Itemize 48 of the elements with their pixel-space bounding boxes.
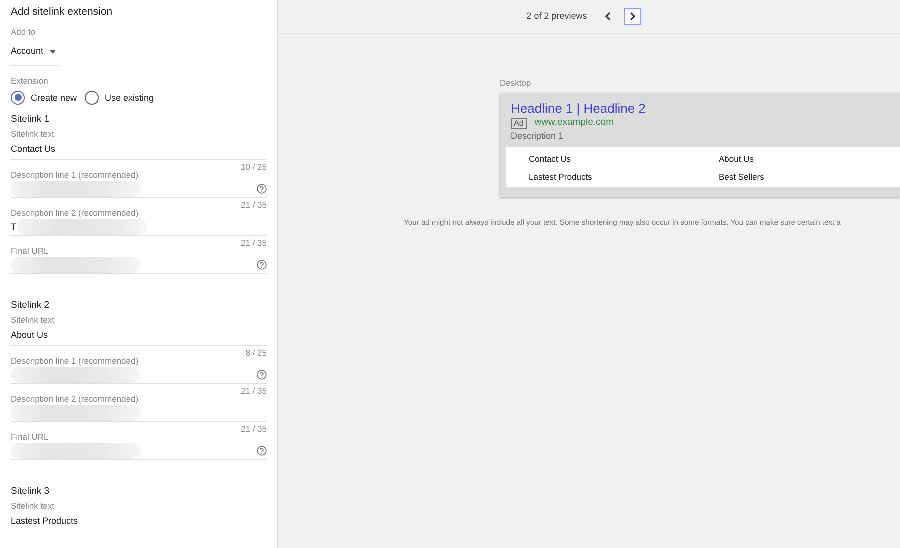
field-value[interactable]: About Us: [11, 328, 267, 340]
field-label: Final URL: [11, 432, 49, 442]
pager-text: 2 of 2 previews: [526, 10, 588, 23]
field-label: Sitelink text: [11, 314, 56, 326]
character-count: 10 / 25: [241, 162, 267, 172]
dropdown[interactable]: Account: [11, 43, 59, 66]
chevron-left-icon: [604, 12, 612, 21]
caret-icon: [50, 50, 56, 54]
field-value[interactable]: Contact Us: [11, 142, 267, 154]
section-heading: Sitelink 1: [11, 114, 51, 126]
field-value[interactable]: Lastest Products: [11, 514, 267, 526]
field-label: Description line 1 (recommended): [11, 356, 139, 366]
ad-headline[interactable]: Headline 1 | Headline 2: [511, 101, 900, 116]
field-label: Extension: [11, 76, 50, 86]
chevron-right-icon: [628, 12, 637, 21]
field-label: Sitelink text: [11, 500, 56, 512]
field-label: Description line 1 (recommended): [11, 170, 139, 180]
help-icon[interactable]: [257, 370, 267, 380]
field-label: Add to: [11, 27, 37, 38]
radio-label[interactable]: Use existing: [105, 92, 154, 104]
character-count: 21 / 35: [241, 200, 267, 210]
radio-button[interactable]: [85, 90, 100, 104]
section-heading: Sitelink 3: [11, 486, 51, 498]
panel-title: Add sitelink extension: [11, 6, 114, 19]
radio-label[interactable]: Create new: [31, 92, 78, 104]
character-count: 21 / 35: [241, 424, 267, 434]
help-icon[interactable]: [257, 184, 267, 194]
help-icon[interactable]: [257, 260, 267, 270]
sitelink[interactable]: About Us: [719, 152, 900, 166]
ad-description: Description 1: [511, 130, 565, 144]
next-button[interactable]: [624, 8, 642, 25]
display-url: www.example.com: [534, 116, 614, 130]
section-heading: Sitelink 2: [11, 300, 51, 312]
help-icon[interactable]: [257, 446, 267, 456]
sitelink[interactable]: Best Sellers: [719, 170, 900, 184]
field-label: Sitelink text: [11, 128, 56, 140]
character-count: 8 / 25: [246, 348, 267, 358]
device-label: Desktop: [500, 78, 532, 89]
sitelink[interactable]: Contact Us: [529, 152, 719, 166]
character-count: 21 / 35: [241, 386, 267, 396]
ad-badge: Ad: [511, 118, 527, 129]
field-label: Final URL: [11, 246, 49, 256]
field-label: Description line 2 (recommended): [11, 394, 139, 404]
radio-button[interactable]: [11, 90, 25, 104]
sitelink[interactable]: Lastest Products: [529, 170, 719, 184]
field-label: Description line 2 (recommended): [11, 208, 139, 218]
field-value[interactable]: T: [11, 220, 16, 232]
character-count: 21 / 35: [241, 238, 267, 248]
